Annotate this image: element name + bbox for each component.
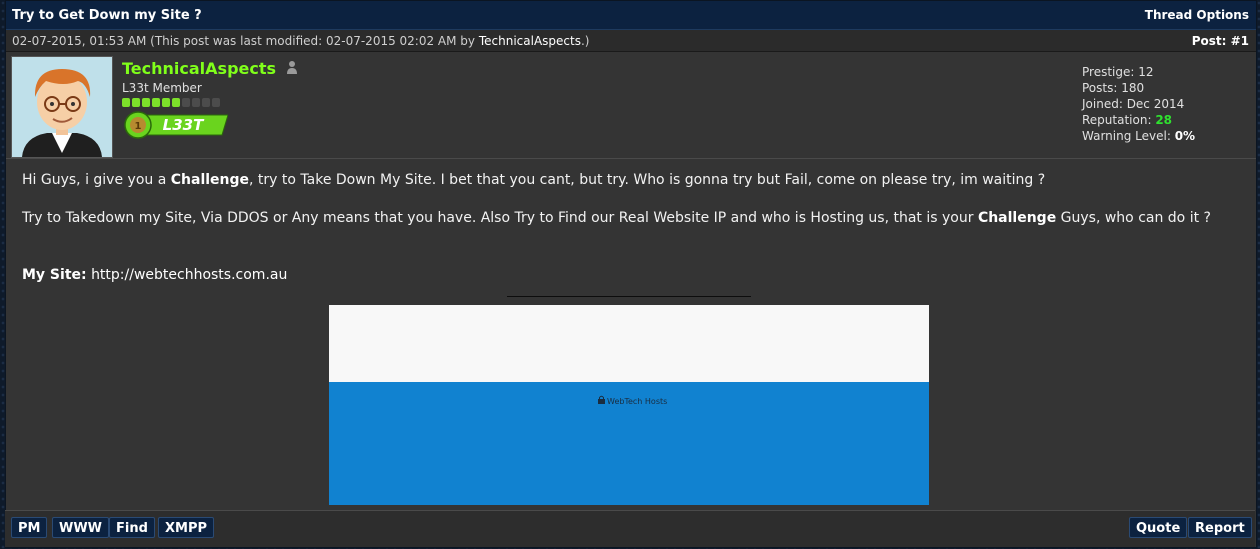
screenshot-logo: WebTech Hosts [598,392,667,411]
reputation-label: Reputation: [1082,113,1156,127]
prestige-stat: Prestige: 12 [1082,64,1195,80]
thread-header: Try to Get Down my Site ? Thread Options [6,1,1256,30]
svg-text:1: 1 [135,121,142,132]
pm-button[interactable]: PM [11,517,48,538]
editor-link[interactable]: TechnicalAspects [479,34,581,48]
rank-star-icon [192,98,200,107]
reputation-value[interactable]: 28 [1155,113,1172,127]
prestige-label: Prestige: [1082,65,1139,79]
post-paragraph-2: Try to Takedown my Site, Via DDOS or Any… [5,209,1225,228]
screenshot-top-band [329,305,929,382]
p1-text-a: Hi Guys, i give you a [22,172,171,188]
content-divider [507,296,751,297]
post-meta-row: 02-07-2015, 01:53 AM (This post was last… [6,30,1256,52]
user-rank-stars [122,98,297,107]
post-body: Hi Guys, i give you a Challenge, try to … [5,160,1255,508]
user-title: L33t Member [122,81,202,95]
site-link[interactable]: http://webtechhosts.com.au [91,267,287,283]
screenshot-blue-band: WebTech Hosts [329,382,929,505]
avatar[interactable] [11,56,113,158]
posts-stat: Posts: 180 [1082,80,1195,96]
reputation-stat: Reputation: 28 [1082,112,1195,128]
site-label: My Site: [22,267,87,283]
screenshot-logo-text: WebTech Hosts [607,397,668,406]
joined-value: Dec 2014 [1126,97,1185,111]
thread-title: Try to Get Down my Site ? [12,7,202,23]
joined-stat: Joined: Dec 2014 [1082,96,1195,112]
rank-star-icon [172,98,180,107]
l33t-badge-icon: 1 L33T [122,111,297,143]
author-info: TechnicalAspects L33t Member 1 L33T [122,59,298,143]
xmpp-button[interactable]: XMPP [158,517,215,538]
quote-button[interactable]: Quote [1129,517,1188,538]
post-number-link[interactable]: Post: #1 [1192,34,1249,48]
rank-star-icon [142,98,150,107]
warning-stat: Warning Level: 0% [1082,128,1195,144]
author-stats: Prestige: 12 Posts: 180 Joined: Dec 2014… [1082,64,1195,144]
rank-star-icon [212,98,220,107]
author-name-link[interactable]: TechnicalAspects [122,59,276,78]
author-row: TechnicalAspects L33t Member 1 L33T Pres… [6,52,1256,159]
thread-options-link[interactable]: Thread Options [1145,8,1249,22]
posts-label: Posts: [1082,81,1122,95]
joined-label: Joined: [1082,97,1127,111]
p2-bold: Challenge [977,210,1057,226]
post-paragraph-3: My Site: http://webtechhosts.com.au [5,266,301,285]
www-button[interactable]: WWW [52,517,110,538]
lock-icon [598,392,605,411]
rank-star-icon [162,98,170,107]
p2-text-a: Try to Takedown my Site, Via DDOS or Any… [22,210,978,226]
rank-star-icon [182,98,190,107]
post-date-text: 02-07-2015, 01:53 AM (This post was last… [12,33,479,48]
rank-star-icon [202,98,210,107]
rank-star-icon [152,98,160,107]
avatar-image [12,57,112,157]
warning-value: 0% [1174,129,1196,143]
rank-star-icon [122,98,130,107]
offline-status-icon [287,59,298,78]
badge-text: L33T [163,116,205,134]
prestige-value: 12 [1138,65,1154,79]
p1-text-c: , try to Take Down My Site. I bet that y… [249,172,1046,188]
post-date-close: .) [580,33,590,48]
report-button[interactable]: Report [1188,517,1252,538]
post-date: 02-07-2015, 01:53 AM (This post was last… [12,34,589,48]
rank-star-icon [132,98,140,107]
post-paragraph-1: Hi Guys, i give you a Challenge, try to … [5,171,1059,190]
warning-label: Warning Level: [1082,129,1175,143]
posts-value: 180 [1121,81,1145,95]
p1-bold: Challenge [170,172,250,188]
p2-text-c: Guys, who can do it ? [1056,210,1211,226]
find-button[interactable]: Find [109,517,155,538]
post-footer: PM WWW Find XMPP Quote Report [5,510,1255,547]
embedded-screenshot[interactable]: WebTech Hosts [329,305,929,505]
